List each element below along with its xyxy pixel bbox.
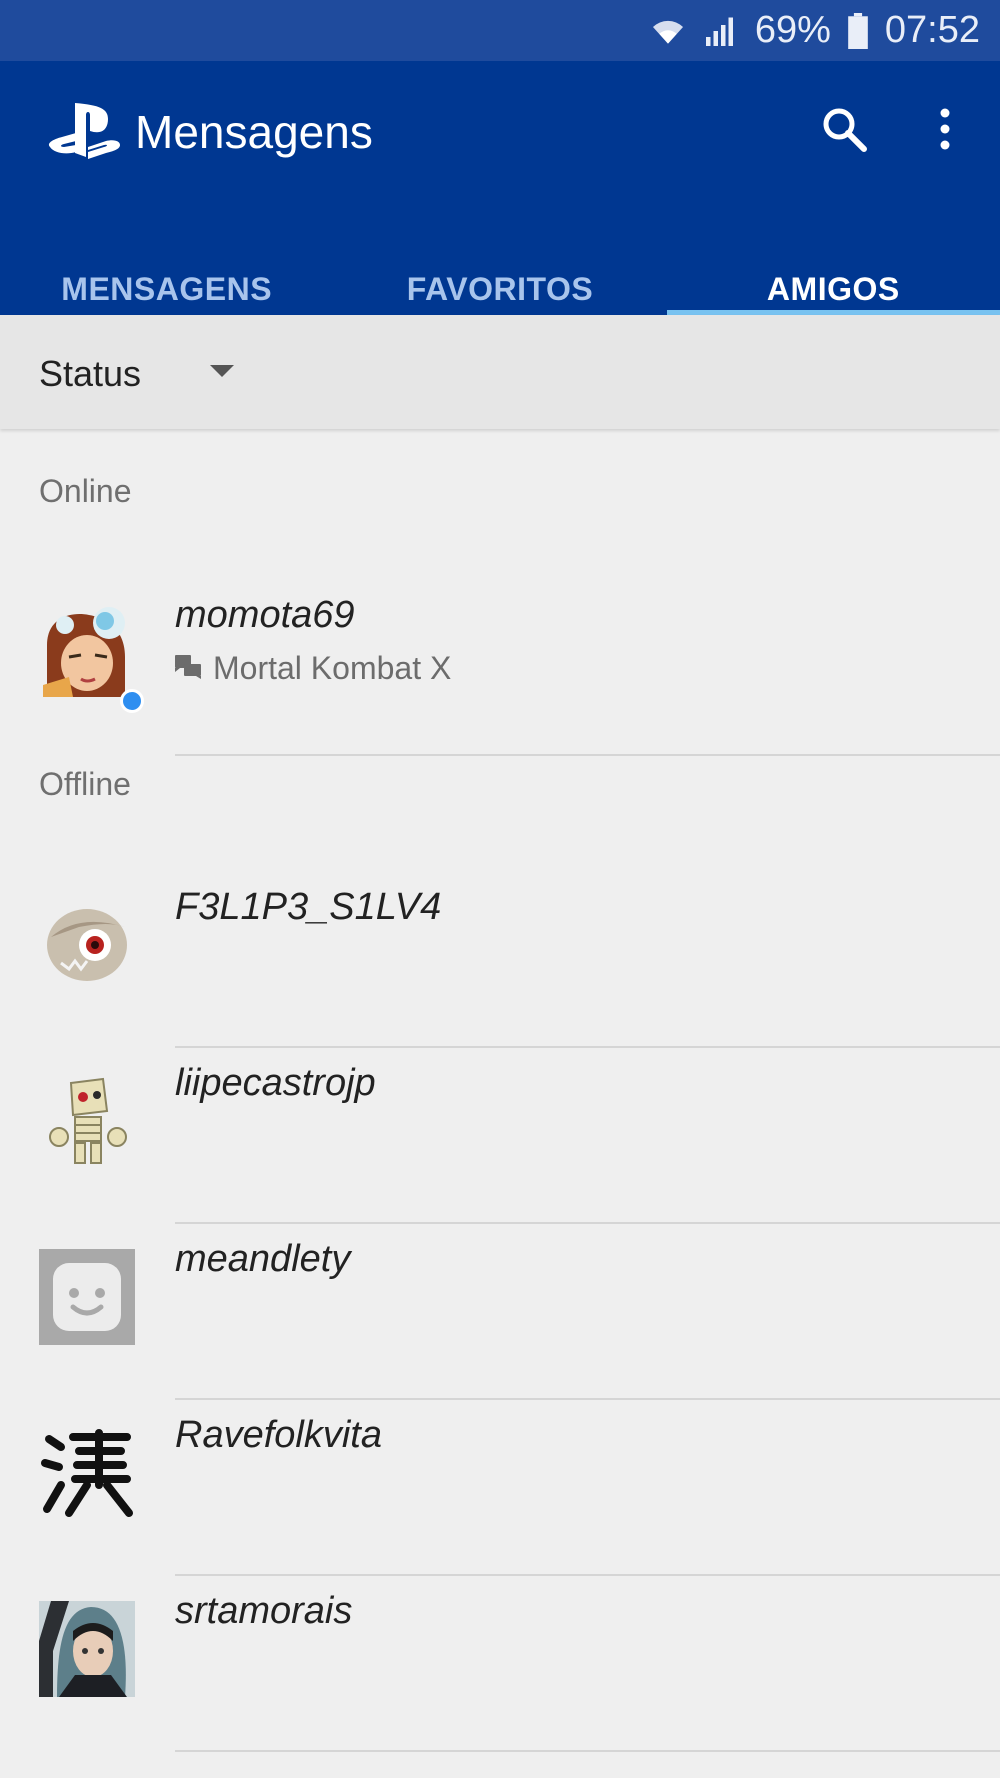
playstation-logo-icon	[48, 101, 122, 161]
status-filter-label: Status	[39, 353, 142, 394]
status-filter-dropdown[interactable]: Status	[0, 315, 1000, 429]
page-title: Mensagens	[135, 106, 373, 158]
search-icon[interactable]	[820, 105, 868, 153]
status-bar: 69% 07:52	[0, 0, 1000, 61]
more-options-icon[interactable]	[930, 105, 960, 153]
wifi-icon	[649, 12, 687, 50]
friend-name: Ravefolkvita	[175, 1414, 382, 1456]
friend-activity: Mortal Kombat X	[175, 650, 451, 687]
divider	[175, 1750, 1000, 1752]
friend-row[interactable]: meandlety	[0, 1224, 1000, 1400]
tab-mensagens[interactable]: MENSAGENS	[0, 251, 333, 315]
friend-row[interactable]: momota69 Mortal Kombat X	[0, 580, 1000, 756]
friend-row[interactable]: F3L1P3_S1LV4	[0, 872, 1000, 1048]
friend-name: srtamorais	[175, 1590, 353, 1632]
friend-name: meandlety	[175, 1238, 351, 1280]
friend-row[interactable]: liipecastrojp	[0, 1048, 1000, 1224]
playing-game-icon	[175, 650, 201, 687]
friend-name: F3L1P3_S1LV4	[175, 886, 442, 928]
signal-icon	[703, 13, 739, 49]
friend-row[interactable]: Ravefolkvita	[0, 1400, 1000, 1576]
tab-amigos[interactable]: AMIGOS	[666, 251, 1000, 315]
avatar	[39, 897, 135, 993]
caret-down-icon	[210, 365, 234, 377]
divider	[175, 754, 1000, 756]
avatar	[39, 1073, 135, 1169]
tab-favoritos[interactable]: FAVORITOS	[333, 251, 666, 315]
online-status-dot	[120, 689, 144, 713]
default-avatar-icon	[39, 1249, 135, 1345]
friend-name: liipecastrojp	[175, 1062, 376, 1104]
friend-row[interactable]: srtamorais	[0, 1576, 1000, 1752]
tab-bar: MENSAGENS FAVORITOS AMIGOS	[0, 251, 1000, 315]
friend-game: Mortal Kombat X	[213, 650, 452, 686]
battery-percent: 69%	[754, 9, 831, 51]
clock: 07:52	[884, 9, 980, 51]
avatar	[39, 1425, 135, 1521]
avatar	[39, 605, 135, 701]
app-bar: Mensagens MENSAGENS FAVORITOS AMIGOS	[0, 61, 1000, 315]
avatar	[39, 1601, 135, 1697]
friend-name: momota69	[175, 594, 355, 636]
section-offline-label: Offline	[39, 766, 131, 802]
battery-icon	[847, 12, 869, 49]
section-online-label: Online	[39, 473, 132, 509]
